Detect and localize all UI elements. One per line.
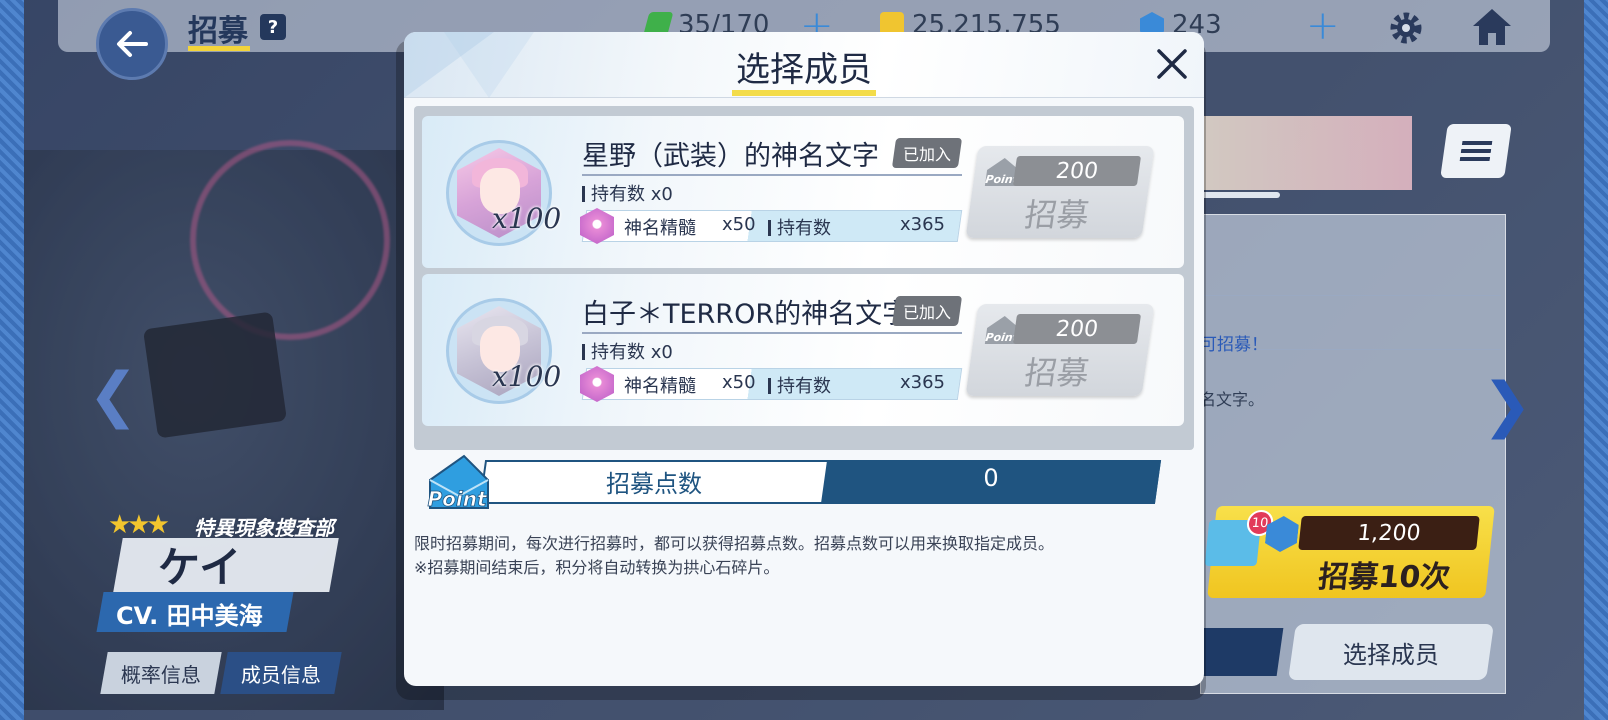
next-banner-arrow-icon[interactable]: ❯ (1482, 370, 1532, 440)
joined-badge: 已加入 (891, 296, 963, 326)
joined-label: 已加入 (902, 145, 951, 164)
recruit-label: 招募 (1022, 354, 1092, 392)
recruit-hint-text: 可招募！ (1200, 335, 1268, 355)
essence-name: 神名精髓 (624, 376, 696, 397)
home-icon[interactable] (1470, 6, 1514, 48)
member-name: 星野（武装）的神名文字 (582, 141, 879, 172)
banner-scroll-indicator (1200, 192, 1280, 198)
member-card[interactable]: x100 白子＊TERROR的神名文字 已加入 持有数 x0 神名精髓 x50 … (422, 274, 1184, 426)
tab-label: 成员信息 (241, 662, 321, 687)
character-cv: CV. 田中美海 (116, 602, 263, 630)
points-description: 限时招募期间，每次进行招募时，都可以获得招募点数。招募点数可以用来换取指定成员。… (414, 532, 1194, 580)
gear-icon[interactable] (1386, 8, 1426, 48)
bullet-bar (582, 186, 585, 202)
essence-owned-label: 持有数 (768, 214, 831, 240)
essence-name: 神名精髓 (624, 218, 696, 239)
recruit-cost: 200 (1012, 156, 1142, 186)
recruit-10-cost: 1,200 (1298, 516, 1480, 550)
banner-description-text: 名文字。 (1200, 390, 1265, 409)
owned-count: 持有数 x0 (582, 180, 673, 206)
recruit-10-label: 招募10次 (1316, 560, 1453, 595)
member-name: 白子＊TERROR的神名文字 (582, 299, 910, 330)
owned-value: x0 (650, 342, 673, 363)
prev-banner-arrow-icon[interactable]: ❮ (88, 360, 138, 430)
recruit-points-row: Point 招募点数 0 (424, 452, 1184, 514)
essence-owned-text: 持有数 (777, 376, 831, 397)
arrow-left-icon (117, 31, 148, 57)
point-icon-text: Point (427, 487, 487, 511)
recruit-cost: 200 (1012, 314, 1142, 344)
tab-member-info[interactable]: 成员信息 (220, 652, 342, 694)
joined-label: 已加入 (902, 303, 951, 322)
bullet-bar (582, 344, 585, 360)
title-underline (188, 46, 250, 51)
menu-button[interactable] (1440, 124, 1512, 178)
description-line: ※招募期间结束后，积分将自动转换为拱心石碎片。 (414, 558, 780, 577)
modal-title: 选择成员 (736, 50, 872, 90)
member-list[interactable]: x100 星野（武装）的神名文字 已加入 持有数 x0 神名精髓 x50 持有数… (414, 106, 1194, 450)
essence-owned-label: 持有数 (768, 372, 831, 398)
owned-count: 持有数 x0 (582, 338, 673, 364)
hamburger-icon (1459, 141, 1493, 161)
divider (1201, 295, 1501, 296)
name-divider (582, 174, 962, 176)
multiplier-label: x100 (492, 360, 562, 393)
recruit-button[interactable]: Point 200 招募 (965, 146, 1155, 238)
close-icon[interactable] (1154, 46, 1190, 82)
select-member-label: 选择成员 (1343, 640, 1439, 669)
owned-label: 持有数 (591, 342, 645, 363)
modal-header: 选择成员 (404, 32, 1204, 98)
essence-owned-value: x365 (900, 372, 946, 393)
tab-probability-info[interactable]: 概率信息 (100, 652, 222, 694)
points-value: 0 (983, 464, 999, 492)
page-title: 招募 (188, 14, 248, 49)
owned-value: x0 (650, 184, 673, 205)
back-button[interactable] (96, 8, 168, 80)
recruit-1-button[interactable] (1196, 628, 1284, 676)
multiplier-label: x100 (492, 202, 562, 235)
essence-quantity: x50 (722, 214, 756, 235)
character-name: ケイ (158, 543, 242, 592)
owned-label: 持有数 (591, 184, 645, 205)
bullet-bar (768, 220, 771, 236)
point-ticket-icon: Point (427, 454, 489, 511)
left-stripe-decoration (0, 0, 24, 720)
joined-badge: 已加入 (891, 138, 963, 168)
essence-owned-text: 持有数 (777, 218, 831, 239)
add-pyroxene-button[interactable]: + (1306, 6, 1340, 46)
member-card[interactable]: x100 星野（武装）的神名文字 已加入 持有数 x0 神名精髓 x50 持有数… (422, 116, 1184, 268)
description-line: 限时招募期间，每次进行招募时，都可以获得招募点数。招募点数可以用来换取指定成员。 (414, 534, 1055, 553)
essence-owned-value: x365 (900, 214, 946, 235)
help-button[interactable]: ? (260, 14, 286, 40)
bullet-bar (768, 378, 771, 394)
points-label: 招募点数 (606, 470, 702, 498)
essence-quantity: x50 (722, 372, 756, 393)
select-member-button[interactable]: 选择成员 (1288, 624, 1494, 680)
select-member-modal: 选择成员 x100 星野（武装）的神名文字 已加入 持有数 x0 神名精髓 x5… (404, 32, 1204, 686)
right-stripe-decoration (1584, 0, 1608, 720)
tab-label: 概率信息 (121, 662, 201, 687)
name-divider (582, 332, 962, 334)
banner-info-panel (1200, 214, 1506, 694)
pickup-banner[interactable] (1200, 116, 1412, 190)
recruit-10-button[interactable]: 10 1,200 招募10次 (1204, 506, 1495, 598)
modal-title-underline (732, 90, 876, 96)
recruit-button[interactable]: Point 200 招募 (965, 304, 1155, 396)
recruit-label: 招募 (1022, 196, 1092, 234)
